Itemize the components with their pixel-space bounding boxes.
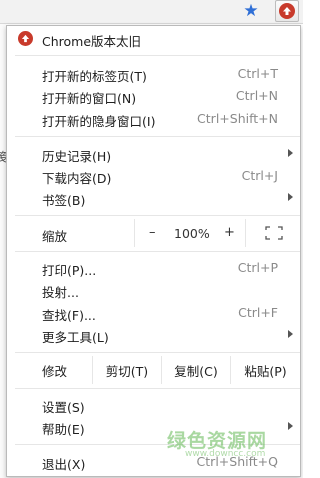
menu-item-shortcut: Ctrl+P xyxy=(237,260,278,275)
cut-button-label: 剪切(T) xyxy=(105,363,149,379)
menu-separator xyxy=(15,251,300,252)
menu-separator xyxy=(15,136,300,137)
edit-row: 修改 剪切(T) 复制(C) 粘贴(P) xyxy=(7,356,300,384)
zoom-divider xyxy=(245,219,246,247)
menu-item-update[interactable]: Chrome版本太旧 xyxy=(7,28,300,50)
browser-window: ★ 笺 Chrome版本太旧 打开新的标签页(T) Ctrl+T 打开新的窗口(… xyxy=(0,0,303,478)
paste-button[interactable]: 粘贴(P) xyxy=(231,356,300,384)
menu-item-shortcut: Ctrl+T xyxy=(237,66,278,81)
bookmark-star-icon[interactable]: ★ xyxy=(242,2,260,20)
chrome-main-menu: Chrome版本太旧 打开新的标签页(T) Ctrl+T 打开新的窗口(N) C… xyxy=(6,25,301,477)
menu-item-new-window[interactable]: 打开新的窗口(N) Ctrl+N xyxy=(7,85,300,107)
submenu-arrow-icon xyxy=(288,422,293,430)
copy-button[interactable]: 复制(C) xyxy=(162,356,230,384)
menu-item-print[interactable]: 打印(P)... Ctrl+P xyxy=(7,257,300,279)
menu-item-shortcut: Ctrl+F xyxy=(238,305,278,320)
menu-item-new-tab[interactable]: 打开新的标签页(T) Ctrl+T xyxy=(7,63,300,85)
menu-item-label: 打开新的隐身窗口(I) xyxy=(42,114,156,129)
menu-item-history[interactable]: 历史记录(H) xyxy=(7,143,300,165)
menu-item-more-tools[interactable]: 更多工具(L) xyxy=(7,324,300,346)
zoom-row: 缩放 – 100% + xyxy=(7,219,300,247)
menu-separator xyxy=(15,215,300,216)
fullscreen-icon[interactable] xyxy=(265,226,283,240)
watermark-url: www.downcc.com xyxy=(185,449,266,459)
menu-item-label: 书签(B) xyxy=(42,193,86,208)
copy-button-label: 复制(C) xyxy=(174,363,218,379)
update-arrow-icon xyxy=(18,31,33,46)
menu-item-label: 打开新的窗口(N) xyxy=(42,91,137,106)
zoom-divider xyxy=(134,219,135,247)
menu-item-shortcut: Ctrl+J xyxy=(241,168,278,183)
menu-item-label: 设置(S) xyxy=(42,400,85,415)
submenu-arrow-icon xyxy=(288,149,293,157)
menu-item-label: 历史记录(H) xyxy=(42,149,112,164)
menu-item-label: 打开新的标签页(T) xyxy=(42,69,147,84)
edit-label: 修改 xyxy=(42,363,68,379)
paste-button-label: 粘贴(P) xyxy=(244,363,287,379)
submenu-arrow-icon xyxy=(288,193,293,201)
menu-item-label: 更多工具(L) xyxy=(42,330,109,345)
zoom-level-value: 100% xyxy=(174,226,210,241)
zoom-out-button[interactable]: – xyxy=(149,225,156,240)
zoom-in-button[interactable]: + xyxy=(224,225,235,240)
menu-item-downloads[interactable]: 下载内容(D) Ctrl+J xyxy=(7,165,300,187)
menu-item-label: 投射... xyxy=(42,285,79,300)
menu-item-label: 下载内容(D) xyxy=(42,171,112,186)
chrome-menu-button[interactable] xyxy=(275,0,299,22)
menu-item-label: 打印(P)... xyxy=(42,263,97,278)
menu-item-label: 帮助(E) xyxy=(42,422,85,437)
menu-separator xyxy=(15,352,300,353)
menu-item-label: 退出(X) xyxy=(42,457,86,472)
menu-separator xyxy=(15,55,300,56)
menu-item-shortcut: Ctrl+Shift+N xyxy=(197,111,278,126)
menu-item-bookmarks[interactable]: 书签(B) xyxy=(7,187,300,209)
menu-item-settings[interactable]: 设置(S) xyxy=(7,394,300,416)
menu-item-cast[interactable]: 投射... xyxy=(7,279,300,301)
menu-separator xyxy=(15,388,300,389)
menu-item-find[interactable]: 查找(F)... Ctrl+F xyxy=(7,302,300,324)
cut-button[interactable]: 剪切(T) xyxy=(93,356,161,384)
menu-item-label: 查找(F)... xyxy=(42,308,96,323)
toolbar: ★ xyxy=(0,0,303,24)
menu-item-new-incognito-window[interactable]: 打开新的隐身窗口(I) Ctrl+Shift+N xyxy=(7,108,300,130)
menu-item-update-label: Chrome版本太旧 xyxy=(42,34,142,49)
submenu-arrow-icon xyxy=(288,330,293,338)
update-available-icon xyxy=(279,3,295,19)
menu-item-shortcut: Ctrl+N xyxy=(235,88,278,103)
zoom-label: 缩放 xyxy=(42,229,68,244)
edit-label-cell: 修改 xyxy=(42,356,67,384)
